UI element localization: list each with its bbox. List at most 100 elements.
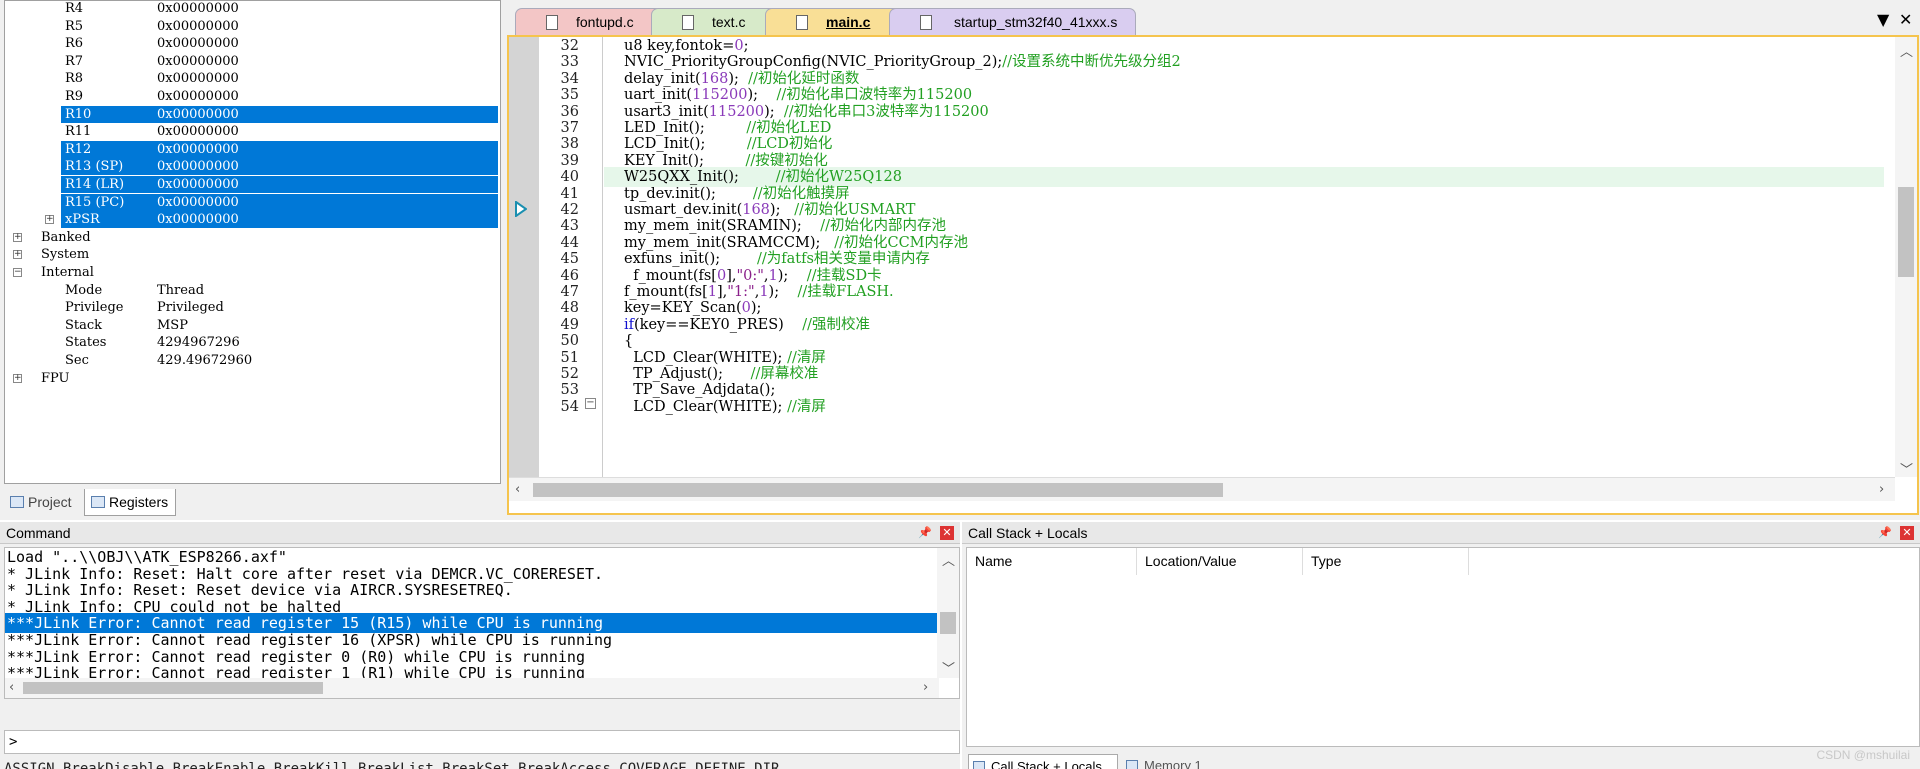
register-name: Sec [65, 353, 89, 368]
command-horizontal-scrollbar[interactable]: ‹ › [5, 678, 939, 698]
register-value[interactable]: 4294967296 [157, 334, 240, 352]
register-row[interactable]: R6 0x00000000 [5, 35, 500, 53]
scroll-thumb[interactable] [533, 483, 1223, 497]
register-row[interactable]: Sec 429.49672960 [5, 352, 500, 370]
scroll-right-icon[interactable]: › [1879, 482, 1884, 497]
file-icon [796, 15, 808, 30]
register-row[interactable]: R8 0x00000000 [5, 70, 500, 88]
scroll-left-icon[interactable]: ‹ [515, 482, 520, 497]
scroll-up-icon[interactable]: ︿ [942, 550, 955, 569]
line-numbers: 32 33 34 35 36 37 38 39 40 41 42 43 44 45 46 47 48 49 50 51… [539, 37, 583, 477]
command-vertical-scrollbar[interactable]: ︿ ﹀ [937, 548, 959, 678]
command-input[interactable]: > [4, 730, 960, 754]
register-value[interactable]: 429.49672960 [157, 352, 252, 370]
collapse-icon[interactable]: − [13, 268, 22, 277]
register-row[interactable]: R15 (PC) 0x00000000 [5, 193, 500, 212]
register-group-banked[interactable]: + Banked [5, 229, 500, 247]
tab-list-dropdown-icon[interactable]: ▼ [1877, 10, 1889, 29]
register-name: R11 [65, 124, 92, 140]
register-row[interactable]: R13 (SP) 0x00000000 [5, 158, 500, 176]
register-value[interactable]: 0x00000000 [157, 35, 239, 53]
fold-margin: − [583, 37, 603, 477]
command-output[interactable]: Load "..\\OBJ\\ATK_ESP8266.axf" * JLink I… [4, 547, 960, 699]
register-value[interactable]: 0x00000000 [157, 88, 239, 106]
register-value[interactable]: 0x00000000 [157, 141, 239, 159]
register-group-internal[interactable]: − Internal [5, 264, 500, 282]
register-row[interactable]: R12 0x00000000 [5, 140, 500, 159]
register-row[interactable]: States 4294967296 [5, 334, 500, 352]
register-row[interactable]: R10 0x00000000 [5, 105, 500, 124]
expand-icon[interactable]: + [13, 250, 22, 260]
expand-icon[interactable]: + [13, 232, 22, 242]
column-name[interactable]: Name [967, 548, 1137, 575]
tab-registers[interactable]: Registers [84, 489, 176, 516]
scroll-left-icon[interactable]: ‹ [9, 680, 14, 695]
close-file-icon[interactable]: ✕ [1899, 10, 1912, 29]
register-name: Privilege [65, 300, 124, 316]
register-row[interactable]: R9 0x00000000 [5, 88, 500, 106]
register-name: Stack [65, 317, 103, 333]
column-type[interactable]: Type [1303, 548, 1469, 575]
register-row[interactable]: Stack MSP [5, 317, 500, 335]
code-area[interactable]: 32 33 34 35 36 37 38 39 40 41 42 43 44 45 46 47 48 49 50 51… [507, 35, 1919, 515]
scroll-thumb[interactable] [1898, 187, 1914, 277]
tab-fontupd-c[interactable]: fontupd.c [515, 8, 663, 35]
code-line[interactable]: LCD_Clear(WHITE); //清屏 [604, 397, 1884, 417]
register-value[interactable]: 0x00000000 [157, 158, 239, 176]
callstack-tabs: Call Stack + Locals Memory 1 [962, 754, 1920, 769]
register-row[interactable]: R11 0x00000000 [5, 123, 500, 141]
breakpoint-gutter[interactable] [509, 37, 539, 477]
editor-vertical-scrollbar[interactable]: ︿ ﹀ [1895, 37, 1917, 478]
register-row[interactable]: Privilege Privileged [5, 299, 500, 317]
register-row[interactable]: R4 0x00000000 [5, 1, 500, 18]
register-name: Internal [41, 265, 94, 280]
code-lines[interactable]: u8 key,fontok=0; NVIC_PriorityGroupConfig… [604, 37, 1884, 477]
register-value[interactable]: 0x00000000 [157, 53, 239, 71]
command-header: Command 📌 ✕ [0, 522, 960, 544]
editor-horizontal-scrollbar[interactable]: ‹ › [509, 477, 1895, 501]
expand-icon[interactable]: + [13, 373, 22, 383]
code-editor: fontupd.c text.c main.c startup_stm32f40… [505, 0, 1920, 520]
scroll-down-icon[interactable]: ﹀ [1900, 459, 1913, 478]
scroll-up-icon[interactable]: ︿ [1900, 41, 1913, 60]
register-value[interactable]: 0x00000000 [157, 18, 239, 36]
register-name: R8 [65, 71, 84, 87]
register-value[interactable]: 0x00000000 [157, 123, 239, 141]
pin-icon[interactable]: 📌 [1878, 526, 1892, 540]
tab-startup-s[interactable]: startup_stm32f40_41xxx.s [889, 8, 1136, 35]
register-row[interactable]: + xPSR 0x00000000 [5, 211, 500, 229]
fold-collapse-icon[interactable]: − [585, 398, 596, 409]
register-group-fpu[interactable]: + FPU [5, 370, 500, 388]
register-value[interactable]: 0x00000000 [157, 1, 239, 18]
close-panel-icon[interactable]: ✕ [1900, 526, 1914, 540]
tab-main-c[interactable]: main.c [765, 8, 901, 35]
tab-memory-1[interactable]: Memory 1 [1122, 754, 1218, 769]
close-panel-icon[interactable]: ✕ [940, 526, 954, 540]
register-value[interactable]: Privileged [157, 299, 224, 317]
register-value[interactable]: Thread [157, 282, 204, 300]
callstack-table[interactable]: Name Location/Value Type [966, 547, 1920, 747]
column-location-value[interactable]: Location/Value [1137, 548, 1303, 575]
scroll-thumb[interactable] [23, 682, 323, 694]
tab-registers-label: Registers [109, 494, 169, 510]
register-value[interactable]: 0x00000000 [157, 211, 239, 229]
register-row[interactable]: R7 0x00000000 [5, 53, 500, 71]
register-row[interactable]: R14 (LR) 0x00000000 [5, 176, 500, 194]
tab-project[interactable]: Project [4, 489, 79, 516]
scroll-thumb[interactable] [940, 612, 956, 634]
register-row[interactable]: Mode Thread [5, 282, 500, 300]
register-value[interactable]: 0x00000000 [157, 70, 239, 88]
callstack-header: Call Stack + Locals 📌 ✕ [962, 522, 1920, 544]
register-value[interactable]: 0x00000000 [157, 106, 239, 124]
register-value[interactable]: 0x00000000 [157, 194, 239, 212]
register-group-system[interactable]: + System [5, 246, 500, 264]
register-value[interactable]: 0x00000000 [157, 176, 239, 194]
expand-icon[interactable]: + [45, 215, 54, 225]
scroll-right-icon[interactable]: › [923, 680, 928, 695]
scroll-down-icon[interactable]: ﹀ [942, 658, 955, 677]
tab-text-c[interactable]: text.c [651, 8, 777, 35]
register-value[interactable]: MSP [157, 317, 188, 335]
pin-icon[interactable]: 📌 [918, 526, 932, 540]
register-row[interactable]: R5 0x00000000 [5, 18, 500, 36]
tab-callstack-locals[interactable]: Call Stack + Locals [968, 754, 1118, 769]
